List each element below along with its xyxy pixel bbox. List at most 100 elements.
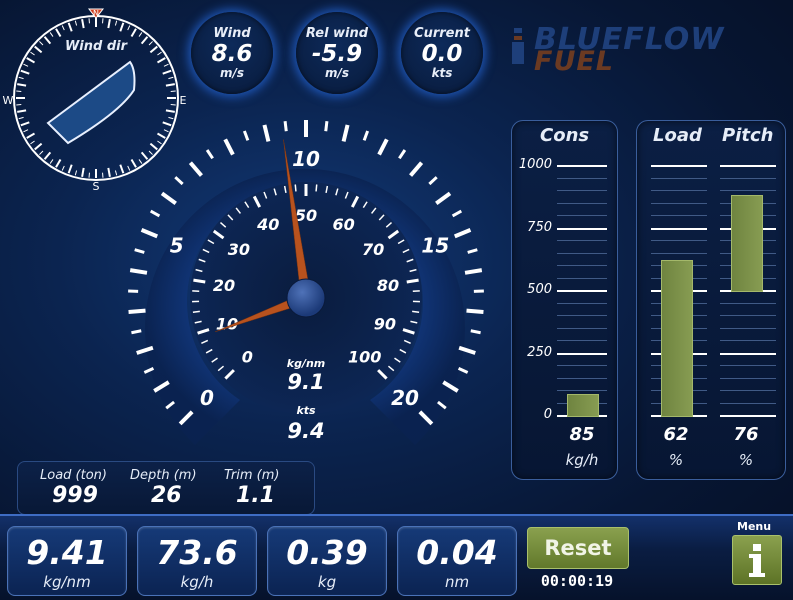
load-ton-value: 999 <box>52 483 98 508</box>
cons-scale-label: 1000 <box>512 157 552 172</box>
trim-value: 1.1 <box>236 483 275 508</box>
pitch-value: 76 <box>716 424 776 445</box>
compass-tick <box>128 25 130 30</box>
compass-tick <box>163 71 171 74</box>
bottom-strip: 9.41 kg/nm 73.6 kg/h 0.39 kg 0.04 nm <box>0 514 793 600</box>
load-pitch-scale-minor-tick <box>651 190 707 191</box>
load-pitch-scale-tick <box>720 415 776 417</box>
reset-button[interactable]: Reset <box>527 527 629 569</box>
menu-button[interactable] <box>732 535 782 585</box>
cons-scale-minor-tick <box>557 178 607 179</box>
compass-tick <box>27 134 35 139</box>
pitch-unit: % <box>716 451 776 469</box>
cons-scale-minor-tick <box>557 303 607 304</box>
inner-scale-label: 50 <box>295 206 317 225</box>
trip-fuel-per-nm-unit: kg/nm <box>8 573 126 591</box>
compass-tick <box>35 47 42 53</box>
cons-scale-minor-tick <box>557 215 607 216</box>
load-pitch-scale-minor-tick <box>720 190 776 191</box>
inner-scale-label: 60 <box>333 215 355 234</box>
compass-tick <box>45 37 51 44</box>
current-value: 0.0 <box>401 41 483 67</box>
info-icon <box>733 536 781 584</box>
trim-label: Trim (m) <box>224 468 280 483</box>
outer-scale-tick <box>175 177 182 184</box>
load-title: Load <box>653 125 702 146</box>
load-pitch-scale-minor-tick <box>720 390 776 391</box>
compass-tick <box>62 166 64 171</box>
compass-tick <box>30 52 34 55</box>
compass-tick <box>69 165 72 173</box>
needle-hub <box>287 279 325 317</box>
inner-scale-label: 80 <box>377 276 399 295</box>
outer-scale-tick <box>455 230 471 237</box>
load-pitch-scale-minor-tick <box>720 328 776 329</box>
outer-scale-tick <box>399 150 405 158</box>
cons-scale-minor-tick <box>557 203 607 204</box>
cons-scale-minor-tick <box>557 390 607 391</box>
load-pitch-scale-minor-tick <box>651 178 707 179</box>
outer-scale-tick <box>130 270 147 273</box>
inner-scale-label: 40 <box>256 215 279 234</box>
compass-tick <box>69 23 72 31</box>
trip-distance-box: 0.04 nm <box>397 526 517 596</box>
load-pitch-scale-minor-tick <box>651 240 707 241</box>
outer-scale-tick <box>429 177 436 184</box>
compass-tick <box>39 151 43 155</box>
compass-tick <box>19 117 24 118</box>
outer-scale-tick <box>264 125 268 142</box>
compass-tick <box>75 21 76 26</box>
cons-scale-minor-tick <box>557 365 607 366</box>
outer-scale-tick <box>135 250 145 253</box>
outer-scale-tick <box>244 131 247 140</box>
wind-unit: m/s <box>191 66 273 80</box>
outer-scale-label: 20 <box>391 386 419 410</box>
speedometer: 05101520 0102030405060708090100 kg/nm 9.… <box>100 100 510 470</box>
outer-scale-tick <box>465 270 482 273</box>
cons-scale-minor-tick <box>557 253 607 254</box>
compass-tick <box>75 170 76 175</box>
load-pitch-scale-minor-tick <box>651 215 707 216</box>
compass-tick <box>82 19 84 28</box>
outer-scale-label: 15 <box>421 233 449 257</box>
inner-scale-label: 90 <box>374 315 396 334</box>
load-pitch-scale-tick <box>651 165 707 167</box>
trip-fuel-per-nm-value: 9.41 <box>8 533 126 572</box>
compass-tick <box>45 152 51 159</box>
wind-value: 8.6 <box>191 41 273 67</box>
cons-scale-label: 250 <box>512 345 552 360</box>
cons-scale-tick <box>557 228 607 230</box>
compass-tick <box>62 25 64 30</box>
current-label: Current <box>401 26 483 41</box>
outer-scale-tick <box>471 331 481 333</box>
outer-scale-label: 5 <box>170 233 184 257</box>
vessel-info-box: Load (ton) 999 Depth (m) 26 Trim (m) 1.1 <box>17 461 315 515</box>
compass-tick <box>157 52 161 55</box>
cons-scale-minor-tick <box>557 278 607 279</box>
outer-scale-tick <box>131 331 141 333</box>
compass-tick <box>164 64 169 66</box>
logo-line2: FUEL <box>534 46 614 77</box>
load-pitch-scale-tick <box>720 165 776 167</box>
load-pitch-scale-minor-tick <box>720 315 776 316</box>
cons-scale-label: 750 <box>512 220 552 235</box>
trip-distance-unit: nm <box>398 573 516 591</box>
compass-tick <box>30 141 34 144</box>
cons-scale-label: 500 <box>512 282 552 297</box>
cons-scale-tick <box>557 353 607 355</box>
outer-scale-tick <box>129 311 146 312</box>
inner-scale-tick <box>412 311 419 312</box>
compass-tick <box>115 21 116 26</box>
inner-scale-tick <box>316 185 317 192</box>
pitch-title: Pitch <box>722 125 773 146</box>
inner-scale-tick <box>295 185 296 192</box>
compass-tick <box>82 168 84 177</box>
inner-scale-label: 70 <box>362 240 384 259</box>
compass-north: N <box>93 9 99 18</box>
load-pitch-scale-minor-tick <box>651 203 707 204</box>
outer-scale-tick <box>344 125 348 142</box>
load-pitch-scale-minor-tick <box>720 340 776 341</box>
outer-scale-tick <box>436 193 450 203</box>
trip-fuel-rate-unit: kg/h <box>138 573 256 591</box>
cons-scale-minor-tick <box>557 240 607 241</box>
